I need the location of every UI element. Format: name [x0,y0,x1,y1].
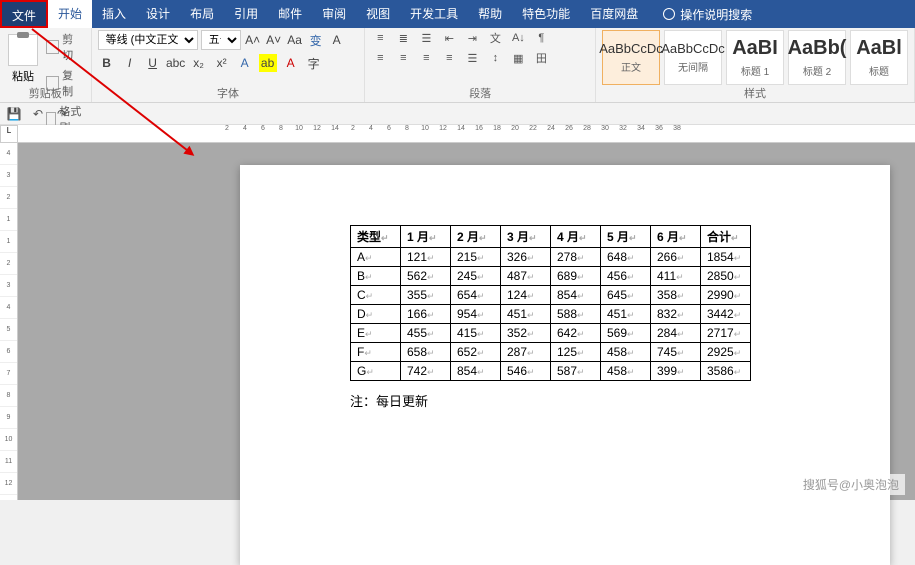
tab-developer[interactable]: 开发工具 [400,0,468,28]
watermark: 搜狐号@小奥泡泡 [797,474,905,495]
tab-file[interactable]: 文件 [0,0,48,28]
tab-design[interactable]: 设计 [136,0,180,28]
align-right-button[interactable]: ≡ [417,50,435,66]
text-effects-button[interactable]: A [236,54,254,72]
justify-button[interactable]: ≡ [440,50,458,66]
tab-references[interactable]: 引用 [224,0,268,28]
document-page[interactable]: 类型↵1 月↵2 月↵3 月↵4 月↵5 月↵6 月↵合计↵A↵121↵215↵… [240,165,890,565]
style-标题[interactable]: AaBl标题 [850,30,908,85]
font-size-select[interactable]: 五号 [201,30,241,50]
bullets-button[interactable]: ≡ [371,30,389,46]
ribbon: 粘贴 剪切 复制 格式刷 剪贴板 等线 (中文正文) 五号 A˄ A˅ Aa 变… [0,28,915,103]
font-color-button[interactable]: A [282,54,300,72]
italic-button[interactable]: I [121,54,139,72]
grow-font-button[interactable]: A˄ [244,31,262,49]
vertical-ruler: 4321123456789101112 [0,143,18,500]
group-styles: AaBbCcDc正文AaBbCcDc无间隔AaBI标题 1AaBb(标题 2Aa… [596,28,915,102]
style-标题 1[interactable]: AaBI标题 1 [726,30,784,85]
tab-help[interactable]: 帮助 [468,0,512,28]
bulb-icon [663,8,675,20]
quick-access-toolbar: 💾 ↶ ↷ [0,103,915,125]
tab-layout[interactable]: 布局 [180,0,224,28]
note-text[interactable]: 注：每日更新 [350,391,780,410]
change-case-button[interactable]: Aa [286,31,304,49]
increase-indent-button[interactable]: ⇥ [463,30,481,46]
style-无间隔[interactable]: AaBbCcDc无间隔 [664,30,722,85]
phonetic-guide-button[interactable]: 变 [307,31,325,49]
paste-button[interactable]: 粘贴 [6,30,40,86]
superscript-button[interactable]: x² [213,54,231,72]
group-label-font: 字体 [92,85,365,101]
font-name-select[interactable]: 等线 (中文正文) [98,30,198,50]
brush-icon [46,112,56,126]
cut-button[interactable]: 剪切 [44,30,85,64]
bold-button[interactable]: B [98,54,116,72]
distributed-button[interactable]: ☰ [463,50,481,66]
strikethrough-button[interactable]: abc [167,54,185,72]
group-label-styles: 样式 [596,85,914,101]
tab-home[interactable]: 开始 [48,0,92,28]
horizontal-ruler: 2468101214246810121416182022242628303234… [18,125,915,143]
tab-special[interactable]: 特色功能 [512,0,580,28]
shrink-font-button[interactable]: A˅ [265,31,283,49]
paste-icon [8,34,38,66]
group-font: 等线 (中文正文) 五号 A˄ A˅ Aa 变 A B I U abc x₂ x… [92,28,366,102]
align-left-button[interactable]: ≡ [371,50,389,66]
decrease-indent-button[interactable]: ⇤ [440,30,458,46]
enclose-char-button[interactable]: 字 [305,54,323,72]
subscript-button[interactable]: x₂ [190,54,208,72]
numbering-button[interactable]: ≣ [394,30,412,46]
data-table[interactable]: 类型↵1 月↵2 月↵3 月↵4 月↵5 月↵6 月↵合计↵A↵121↵215↵… [350,225,751,381]
clear-format-button[interactable]: A [328,31,346,49]
shading-button[interactable]: ▦ [509,50,527,66]
tab-view[interactable]: 视图 [356,0,400,28]
tell-me-search[interactable]: 操作说明搜索 [663,6,752,23]
sort-button[interactable]: A↓ [509,30,527,46]
group-label-clipboard: 剪贴板 [0,85,91,101]
text-direction-button[interactable]: 文 [486,30,504,46]
menu-tabs: 文件 开始 插入 设计 布局 引用 邮件 审阅 视图 开发工具 帮助 特色功能 … [0,0,915,28]
line-spacing-button[interactable]: ↕ [486,50,504,66]
show-marks-button[interactable]: ¶ [532,30,550,46]
document-workspace: L 4321123456789101112 246810121424681012… [0,125,915,500]
tab-review[interactable]: 审阅 [312,0,356,28]
underline-button[interactable]: U [144,54,162,72]
style-正文[interactable]: AaBbCcDc正文 [602,30,660,85]
group-paragraph: ≡ ≣ ☰ ⇤ ⇥ 文 A↓ ¶ ≡ ≡ ≡ ≡ ☰ ↕ ▦ 田 段落 [365,28,596,102]
tab-baidu-disk[interactable]: 百度网盘 [580,0,648,28]
align-center-button[interactable]: ≡ [394,50,412,66]
borders-button[interactable]: 田 [532,50,550,66]
tab-mailings[interactable]: 邮件 [268,0,312,28]
tab-insert[interactable]: 插入 [92,0,136,28]
group-label-paragraph: 段落 [365,85,595,101]
style-标题 2[interactable]: AaBb(标题 2 [788,30,846,85]
highlight-button[interactable]: ab [259,54,277,72]
search-placeholder: 操作说明搜索 [680,6,752,23]
ruler-corner: L [0,125,18,143]
multilevel-button[interactable]: ☰ [417,30,435,46]
